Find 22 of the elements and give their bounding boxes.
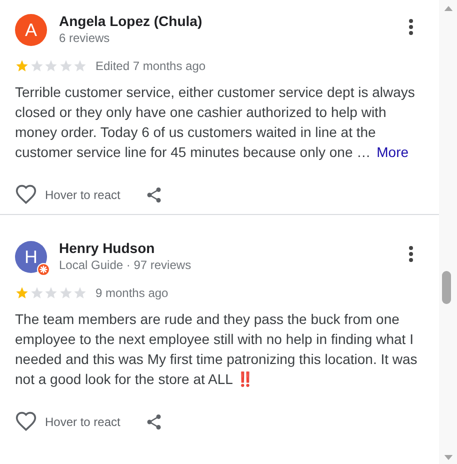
reviewer-name[interactable]: Henry Hudson	[59, 239, 409, 257]
review-date: 9 months ago	[96, 286, 168, 300]
scrollbar[interactable]	[439, 0, 457, 464]
scrollbar-thumb[interactable]	[442, 271, 451, 304]
review-text: The team members are rude and they pass the buck from one employee to the next employee still with no help in finding what I needed and this was My first time patronizing this location. It was not a good look for the store at ALL ‼	[15, 310, 418, 389]
share-icon[interactable]	[145, 413, 164, 431]
react-label[interactable]: Hover to react	[45, 415, 120, 429]
avatar[interactable]: H	[15, 241, 47, 273]
more-options-icon[interactable]	[409, 19, 413, 35]
more-options-icon[interactable]	[409, 246, 413, 262]
review-count: 6 reviews	[59, 30, 111, 46]
more-link[interactable]: More	[376, 144, 409, 160]
reviewer-name[interactable]: Angela Lopez (Chula)	[59, 12, 409, 30]
review-count: Local Guide · 97 reviews	[59, 257, 192, 273]
heart-icon[interactable]	[15, 411, 37, 433]
review-text: Terrible customer service, either customer service dept is always closed or they only have one cashier authorized to help with money order. Today 6 of us customers waited in line at the customer service line for 45 minutes because only one … More	[15, 83, 416, 162]
avatar[interactable]: A	[15, 14, 47, 46]
react-label[interactable]: Hover to react	[45, 188, 120, 202]
heart-icon[interactable]	[15, 184, 37, 206]
review-date: Edited 7 months ago	[96, 59, 206, 73]
share-icon[interactable]	[145, 186, 164, 204]
local-guide-badge-icon	[37, 263, 50, 276]
